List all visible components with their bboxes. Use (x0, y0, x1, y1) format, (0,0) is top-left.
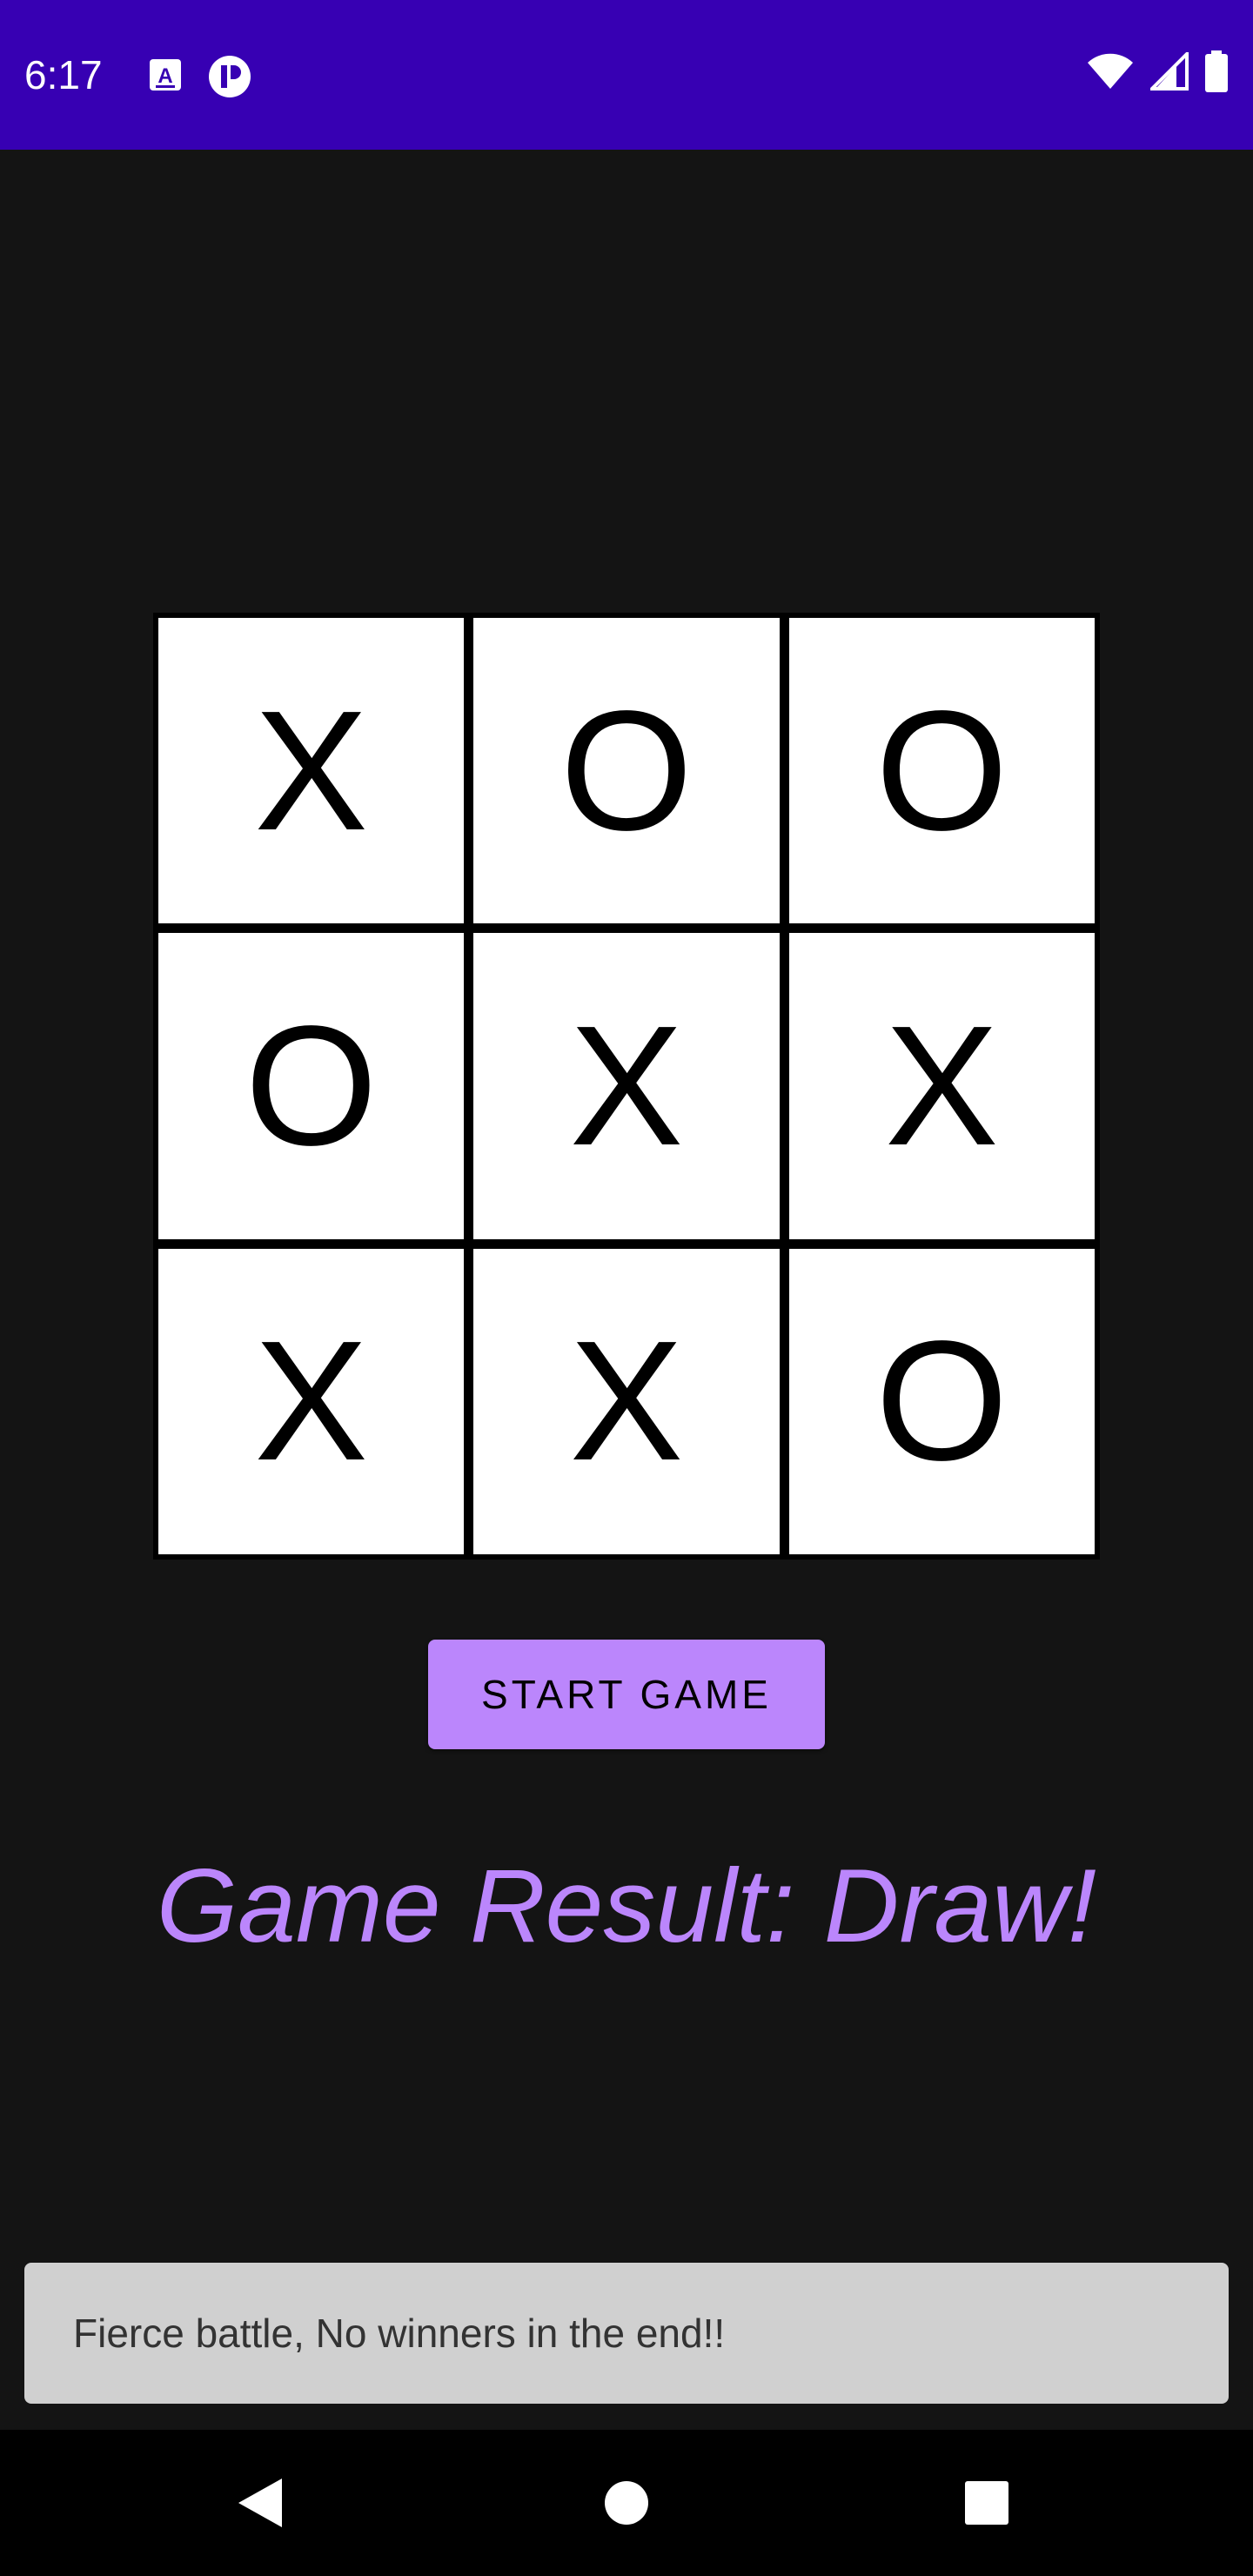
home-icon[interactable] (583, 2459, 670, 2546)
notification-app-icon (207, 54, 251, 97)
tic-tac-toe-board: X O O O X X X X O (153, 613, 1100, 1560)
battery-icon (1204, 50, 1229, 97)
status-time: 6:17 (24, 52, 103, 97)
board-cell-8[interactable]: X (473, 1248, 780, 1554)
game-result-text: Game Result: Draw! (156, 1848, 1097, 1964)
board-cell-6[interactable]: X (788, 933, 1095, 1239)
board-cell-9[interactable]: O (788, 1248, 1095, 1554)
text-a-icon: A (144, 54, 186, 96)
navigation-bar (0, 2430, 1253, 2576)
board-cell-5[interactable]: X (473, 933, 780, 1239)
status-icons (1086, 50, 1229, 97)
board-cell-2[interactable]: O (473, 618, 780, 924)
board-cell-3[interactable]: O (788, 618, 1095, 924)
snackbar-message: Fierce battle, No winners in the end!! (73, 2311, 726, 2356)
board-cell-4[interactable]: O (158, 933, 465, 1239)
board-cell-1[interactable]: X (158, 618, 465, 924)
recents-icon[interactable] (943, 2459, 1030, 2546)
cell-signal-icon (1148, 50, 1189, 95)
status-bar: 6:17 A (0, 0, 1253, 150)
snackbar: Fierce battle, No winners in the end!! (24, 2263, 1229, 2404)
svg-text:A: A (157, 64, 172, 88)
board-cell-7[interactable]: X (158, 1248, 465, 1554)
start-game-button[interactable]: START GAME (428, 1640, 825, 1749)
back-icon[interactable] (218, 2459, 305, 2546)
wifi-icon (1086, 52, 1135, 95)
